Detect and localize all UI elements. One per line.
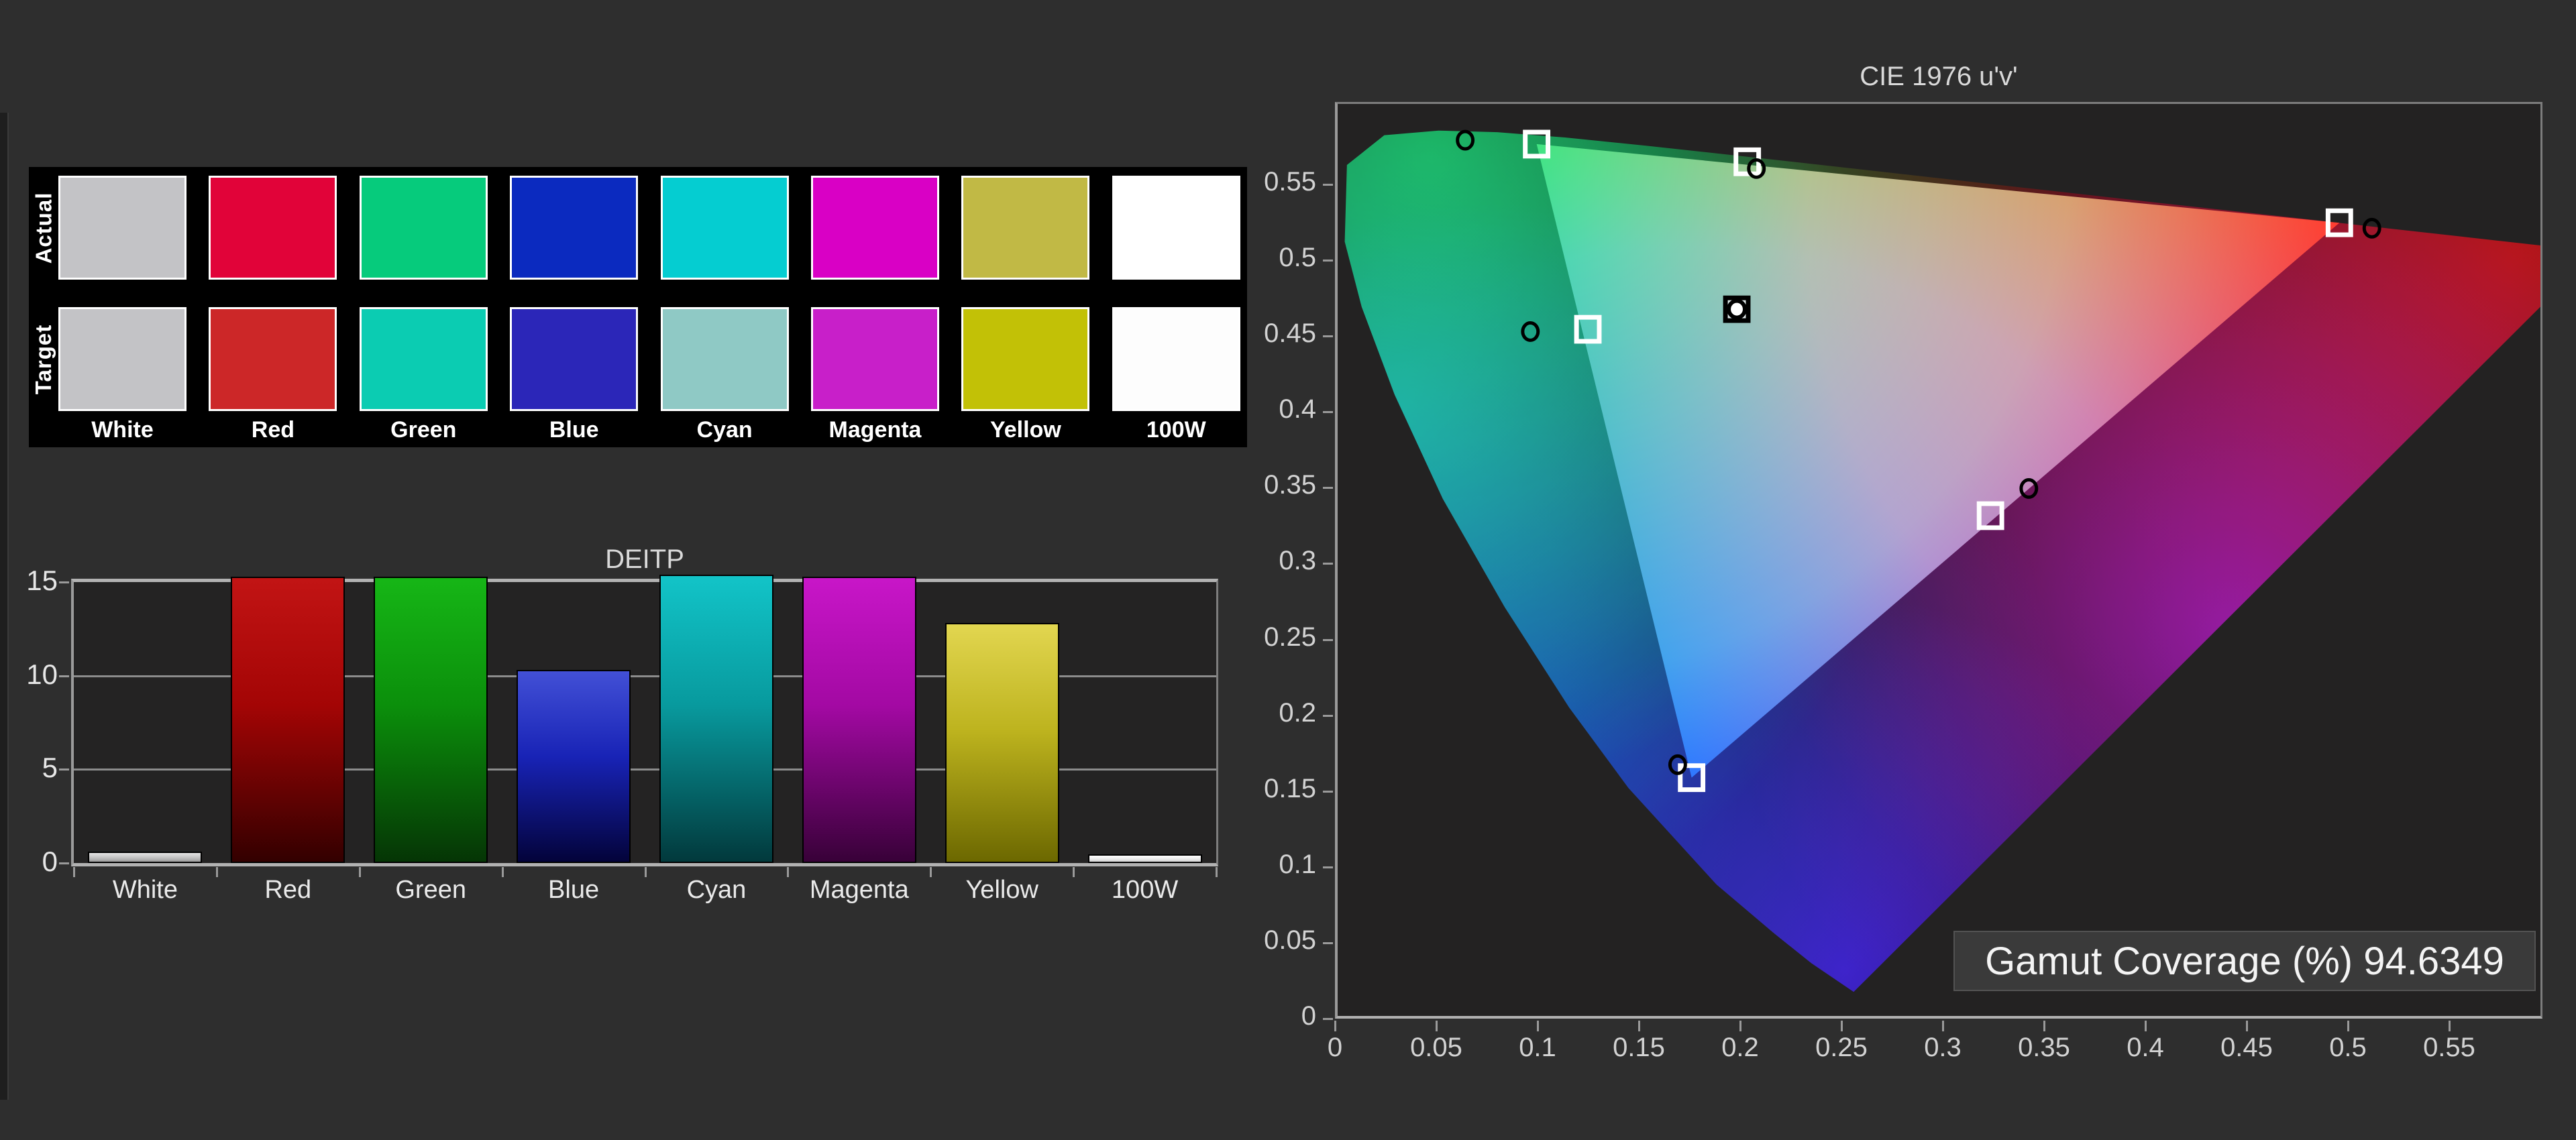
cie-x-tick-3	[1638, 1021, 1640, 1031]
cie-y-label-0.15: 0.15	[1201, 774, 1316, 804]
cie-x-tick-1	[1436, 1021, 1438, 1031]
cie-y-label-0.5: 0.5	[1201, 243, 1316, 273]
cie-x-label-0.45: 0.45	[2193, 1033, 2300, 1063]
cie-y-tick-3	[1323, 791, 1333, 793]
cie-x-label-0.15: 0.15	[1585, 1033, 1693, 1063]
cie-y-label-0.05: 0.05	[1201, 925, 1316, 956]
measured-circle-white	[1729, 301, 1745, 318]
cie-y-tick-7	[1323, 487, 1333, 489]
cie-x-tick-10	[2347, 1021, 2349, 1031]
cie-x-tick-6	[1942, 1021, 1944, 1031]
cie-diagram	[1338, 104, 2540, 1016]
cie-x-tick-0	[1334, 1021, 1336, 1031]
cie-y-label-0.45: 0.45	[1201, 319, 1316, 349]
cie-x-label-0.05: 0.05	[1383, 1033, 1490, 1063]
cie-y-label-0.3: 0.3	[1201, 546, 1316, 576]
cie-y-label-0.35: 0.35	[1201, 470, 1316, 500]
cie-plot-area: Gamut Coverage (%) 94.6349	[1335, 102, 2542, 1019]
cie-y-tick-8	[1323, 411, 1333, 413]
cie-y-label-0.4: 0.4	[1201, 394, 1316, 424]
cie-x-label-0.5: 0.5	[2294, 1033, 2402, 1063]
cie-x-label-0.1: 0.1	[1484, 1033, 1591, 1063]
cie-y-tick-9	[1323, 335, 1333, 337]
cie-x-label-0.4: 0.4	[2092, 1033, 2199, 1063]
cie-x-tick-9	[2246, 1021, 2248, 1031]
cie-y-label-0.1: 0.1	[1201, 850, 1316, 880]
calibration-dashboard: ActualTargetWhiteRedGreenBlueCyanMagenta…	[0, 0, 2576, 1140]
gamut-coverage-badge: Gamut Coverage (%) 94.6349	[1953, 931, 2536, 991]
cie-y-tick-10	[1323, 260, 1333, 262]
cie-x-tick-5	[1841, 1021, 1843, 1031]
cie-x-tick-8	[2145, 1021, 2147, 1031]
cie-y-label-0.55: 0.55	[1201, 167, 1316, 197]
cie-y-label-0.2: 0.2	[1201, 698, 1316, 728]
cie-x-label-0: 0	[1281, 1033, 1389, 1063]
cie-x-label-0.55: 0.55	[2396, 1033, 2503, 1063]
cie-x-tick-2	[1537, 1021, 1539, 1031]
cie-y-label-0.25: 0.25	[1201, 622, 1316, 652]
cie-y-label-0: 0	[1201, 1001, 1316, 1031]
cie-y-tick-2	[1323, 866, 1333, 868]
cie-chart: CIE 1976 u'v'	[0, 0, 2576, 1140]
cie-x-tick-7	[2043, 1021, 2045, 1031]
cie-x-label-0.35: 0.35	[1990, 1033, 2098, 1063]
cie-y-tick-6	[1323, 563, 1333, 565]
cie-y-tick-0	[1323, 1018, 1333, 1020]
cie-y-tick-11	[1323, 184, 1333, 186]
cie-x-tick-4	[1739, 1021, 1741, 1031]
cie-x-label-0.3: 0.3	[1889, 1033, 1996, 1063]
cie-x-label-0.25: 0.25	[1788, 1033, 1895, 1063]
cie-x-tick-11	[2449, 1021, 2451, 1031]
cie-y-tick-4	[1323, 715, 1333, 717]
cie-y-tick-5	[1323, 639, 1333, 641]
cie-x-label-0.2: 0.2	[1686, 1033, 1794, 1063]
cie-chart-title: CIE 1976 u'v'	[1335, 62, 2542, 92]
cie-y-tick-1	[1323, 942, 1333, 944]
